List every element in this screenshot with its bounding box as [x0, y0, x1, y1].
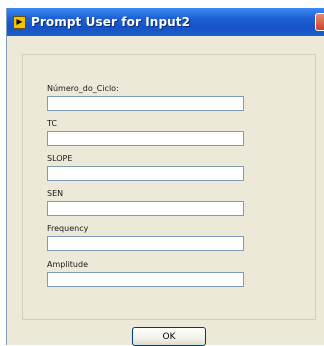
- title-bar[interactable]: ▶ Prompt User for Input2: [7, 8, 324, 36]
- tc-input[interactable]: [47, 131, 244, 146]
- field-label: TC: [47, 119, 58, 128]
- close-button[interactable]: [315, 13, 324, 31]
- app-icon: ▶: [13, 15, 26, 29]
- dialog-window: ▶ Prompt User for Input2 Número_do_Ciclo…: [6, 8, 324, 346]
- field-label: Número_do_Ciclo:: [47, 84, 119, 93]
- frequency-input[interactable]: [47, 236, 244, 251]
- ok-button[interactable]: OK: [132, 327, 206, 346]
- field-tc: TC: [47, 118, 247, 146]
- field-label: Frequency: [47, 224, 89, 233]
- field-frequency: Frequency: [47, 223, 247, 251]
- field-sen: SEN: [47, 188, 247, 216]
- amplitude-input[interactable]: [47, 272, 244, 287]
- numero-do-ciclo-input[interactable]: [47, 96, 244, 111]
- field-label: SEN: [47, 189, 64, 198]
- field-amplitude: Amplitude: [47, 259, 247, 287]
- slope-input[interactable]: [47, 166, 244, 181]
- window-title: Prompt User for Input2: [31, 15, 191, 29]
- field-numero-do-ciclo: Número_do_Ciclo:: [47, 83, 247, 111]
- sen-input[interactable]: [47, 201, 244, 216]
- field-slope: SLOPE: [47, 153, 247, 181]
- input-panel: Número_do_Ciclo: TC SLOPE SEN Frequency …: [22, 54, 316, 320]
- field-label: Amplitude: [47, 260, 88, 269]
- field-label: SLOPE: [47, 154, 73, 163]
